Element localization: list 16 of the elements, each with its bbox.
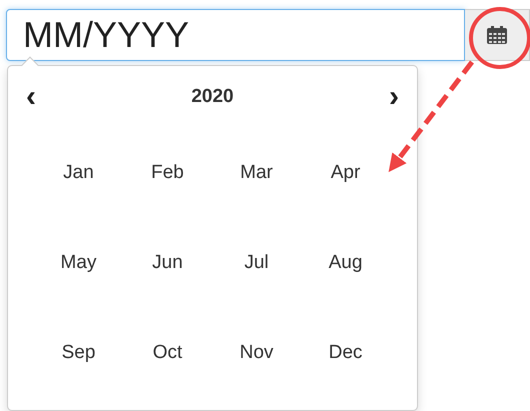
month-button[interactable]: Nov [234, 334, 280, 372]
month-button[interactable]: Jan [57, 154, 100, 192]
month-button[interactable]: Sep [56, 334, 102, 372]
month-button[interactable]: Dec [322, 334, 368, 372]
date-input-field[interactable]: MM/YYYY [6, 9, 465, 61]
month-button[interactable]: Mar [234, 154, 279, 192]
month-button[interactable]: Apr [324, 154, 366, 192]
month-button[interactable]: Feb [145, 154, 190, 192]
next-year-button[interactable]: › [385, 82, 403, 112]
month-button[interactable]: Oct [146, 334, 188, 372]
previous-year-button[interactable]: ‹ [22, 82, 40, 112]
month-button[interactable]: Jun [146, 244, 189, 282]
month-button[interactable]: Aug [322, 244, 368, 282]
month-button[interactable]: May [54, 244, 102, 282]
month-button[interactable]: Jul [238, 244, 275, 282]
year-label: 2020 [191, 84, 234, 109]
